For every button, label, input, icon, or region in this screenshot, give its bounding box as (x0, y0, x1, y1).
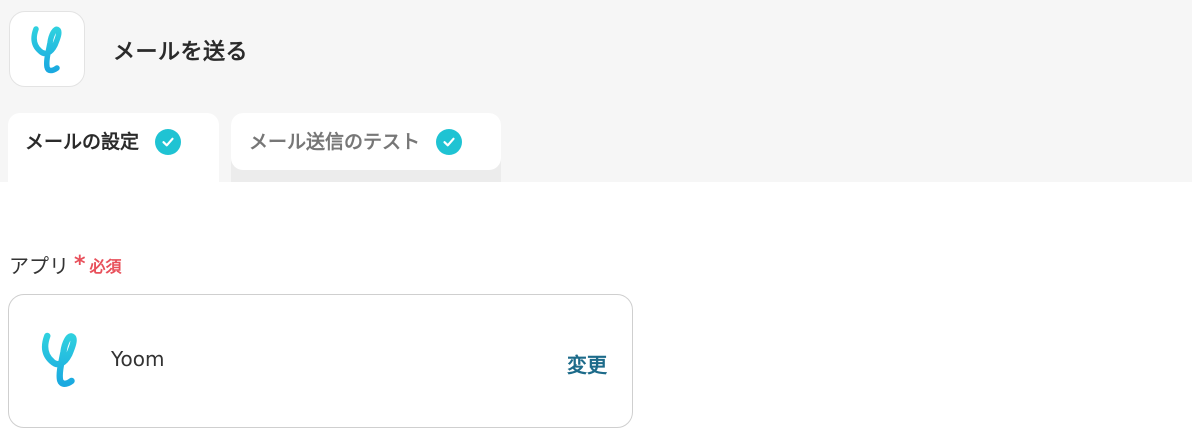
tab-label: メール送信のテスト (249, 130, 421, 153)
app-name: Yoom (111, 347, 165, 371)
tab-mail-send-test[interactable]: メール送信のテスト (231, 113, 501, 182)
required-asterisk: * (74, 252, 86, 277)
header-area: メールを送る メールの設定 メール送信のテスト (0, 0, 1192, 182)
tab-mail-settings[interactable]: メールの設定 (8, 113, 219, 182)
page-title: メールを送る (113, 40, 249, 65)
app-field-label: アプリ * 必須 (9, 250, 122, 279)
tab-inner: メール送信のテスト (231, 113, 501, 170)
check-icon (436, 128, 463, 155)
yoom-logo-icon (39, 329, 81, 393)
yoom-logo-icon (31, 26, 62, 74)
app-select-card: Yoom 変更 (8, 294, 633, 428)
tab-label: メールの設定 (25, 131, 140, 153)
field-label: アプリ (9, 254, 69, 278)
check-icon (155, 129, 182, 155)
app-icon-box (9, 11, 85, 87)
change-app-button[interactable]: 変更 (567, 349, 607, 378)
required-badge: 必須 (89, 256, 122, 276)
